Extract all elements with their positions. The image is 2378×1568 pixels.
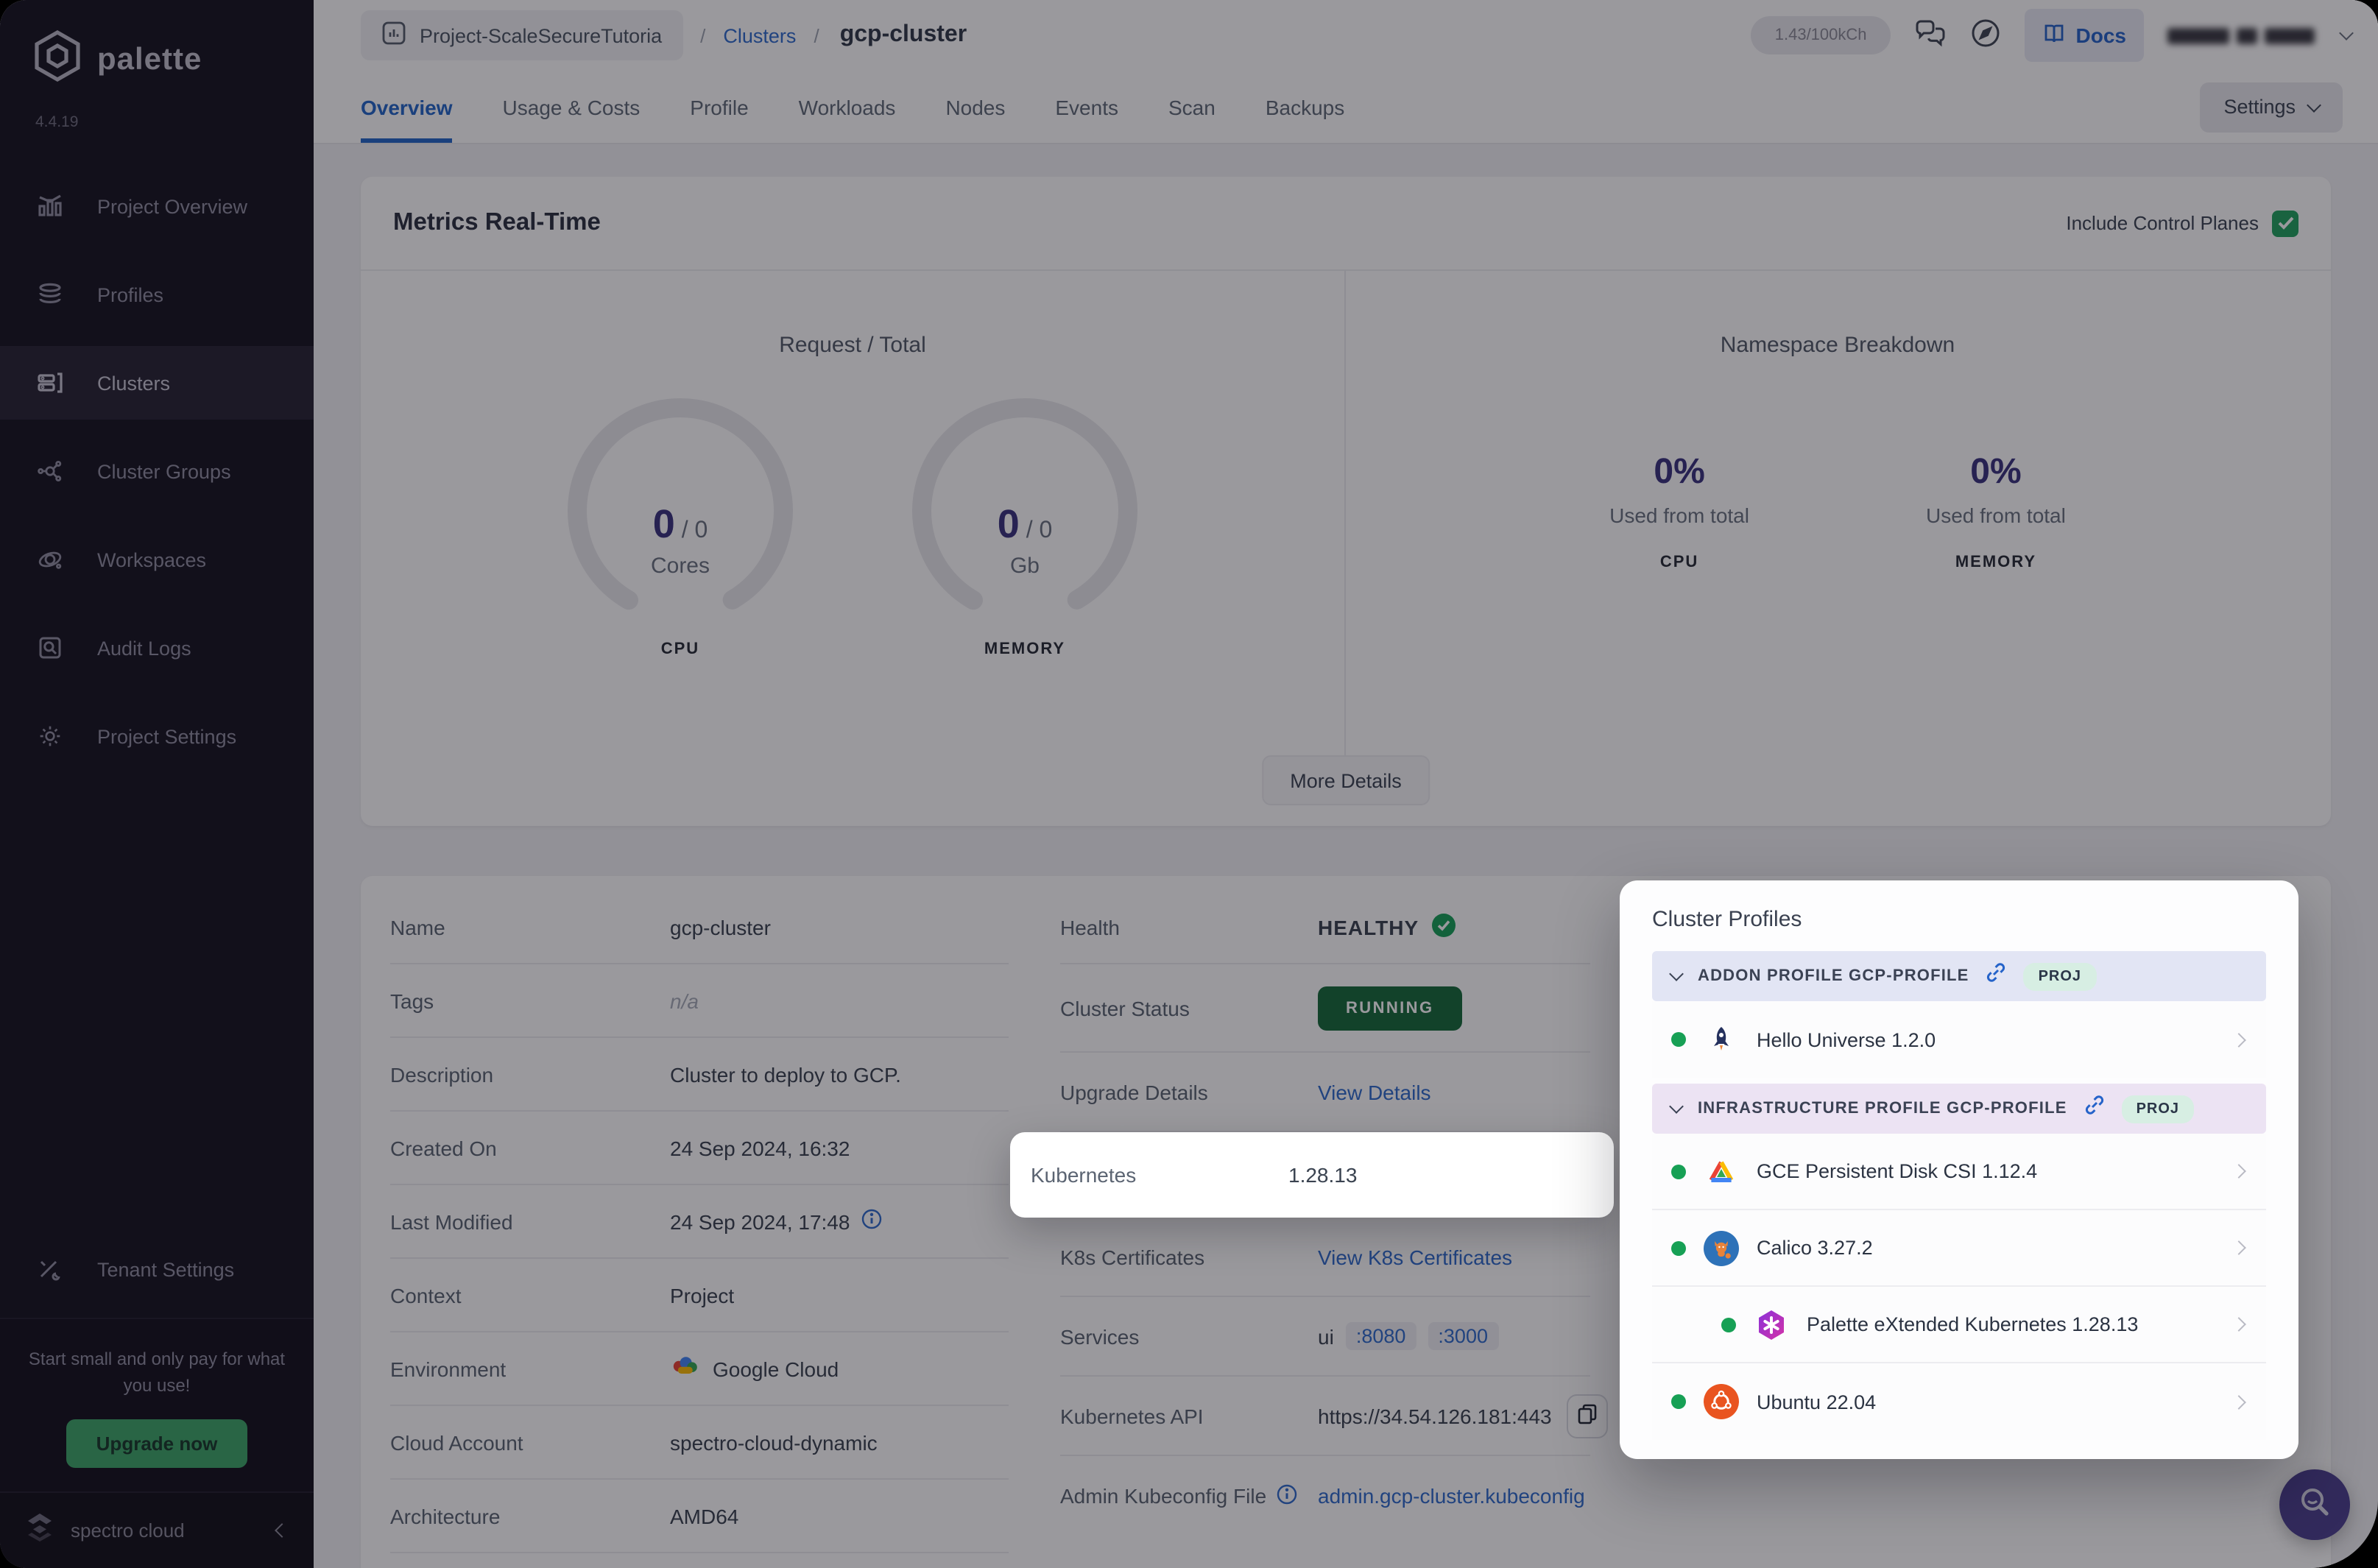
- chevron-down-icon: [1669, 1099, 1684, 1114]
- profile-layer-row-gce-disk[interactable]: GCE Persistent Disk CSI 1.12.4: [1652, 1134, 2266, 1210]
- profile-layer-row-hello-universe[interactable]: Hello Universe 1.2.0: [1652, 1001, 2266, 1078]
- cluster-profiles-title: Cluster Profiles: [1652, 907, 1802, 932]
- status-dot-green: [1671, 1164, 1686, 1179]
- chevron-right-icon: [2231, 1240, 2246, 1255]
- cluster-profiles-popup: Cluster Profiles ADDON PROFILE GCP-PROFI…: [1620, 880, 2298, 1459]
- pxk-icon: [1754, 1307, 1789, 1342]
- proj-scope-badge: PROJ: [2121, 1095, 2195, 1123]
- ubuntu-icon: [1704, 1384, 1739, 1419]
- kubernetes-version-value: 1.28.13: [1288, 1163, 1358, 1187]
- profile-layer-row-ubuntu[interactable]: Ubuntu 22.04: [1652, 1363, 2266, 1440]
- profile-layer-row-calico[interactable]: Calico 3.27.2: [1652, 1210, 2266, 1287]
- chevron-right-icon: [2231, 1394, 2246, 1409]
- gce-disk-icon: [1704, 1154, 1739, 1189]
- calico-icon: [1704, 1230, 1739, 1265]
- profile-layer-row-pxk[interactable]: Palette eXtended Kubernetes 1.28.13: [1652, 1287, 2266, 1363]
- app-window: palette 4.4.19 Project Overview Profiles: [0, 0, 2378, 1568]
- chevron-right-icon: [2231, 1317, 2246, 1332]
- chevron-right-icon: [2231, 1032, 2246, 1047]
- kubernetes-version-spotlight-row: Kubernetes 1.28.13: [1010, 1132, 1614, 1218]
- chevron-down-icon: [1669, 967, 1684, 981]
- profile-link-icon: [1986, 961, 2008, 991]
- status-dot-green: [1671, 1394, 1686, 1409]
- status-dot-green: [1671, 1032, 1686, 1047]
- infrastructure-profile-section-header[interactable]: INFRASTRUCTURE PROFILE GCP-PROFILE PROJ: [1652, 1084, 2266, 1134]
- kubernetes-label: Kubernetes: [1031, 1163, 1137, 1187]
- status-dot-green: [1671, 1240, 1686, 1255]
- addon-profile-section-header[interactable]: ADDON PROFILE GCP-PROFILE PROJ: [1652, 951, 2266, 1001]
- pxk-icon-wrap: [1668, 1307, 1704, 1342]
- profile-link-icon: [2084, 1094, 2106, 1123]
- proj-scope-badge: PROJ: [2023, 962, 2097, 990]
- chevron-right-icon: [2231, 1164, 2246, 1179]
- status-dot-green: [1721, 1317, 1736, 1332]
- rocket-icon: [1704, 1022, 1739, 1057]
